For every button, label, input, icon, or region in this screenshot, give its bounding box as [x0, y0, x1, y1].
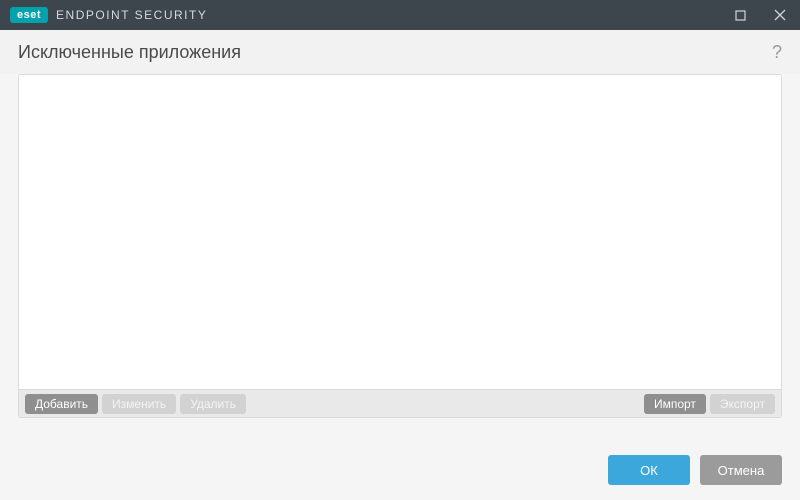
export-button[interactable]: Экспорт: [710, 394, 775, 414]
edit-button[interactable]: Изменить: [102, 394, 176, 414]
add-button[interactable]: Добавить: [25, 394, 98, 414]
dialog-header: Исключенные приложения ?: [0, 30, 800, 74]
titlebar: eset ENDPOINT SECURITY: [0, 0, 800, 30]
brand-text: ENDPOINT SECURITY: [56, 8, 207, 22]
ok-button[interactable]: ОК: [608, 455, 690, 485]
import-button[interactable]: Импорт: [644, 394, 706, 414]
excluded-apps-panel: Добавить Изменить Удалить Импорт Экспорт: [18, 74, 782, 418]
excluded-apps-list[interactable]: [19, 75, 781, 389]
close-icon: [774, 9, 786, 21]
delete-button[interactable]: Удалить: [180, 394, 246, 414]
cancel-button[interactable]: Отмена: [700, 455, 782, 485]
close-button[interactable]: [760, 0, 800, 30]
maximize-icon: [735, 10, 746, 21]
dialog-footer: ОК Отмена: [0, 440, 800, 500]
maximize-button[interactable]: [720, 0, 760, 30]
list-toolbar: Добавить Изменить Удалить Импорт Экспорт: [19, 389, 781, 417]
brand-badge: eset: [10, 7, 48, 23]
help-button[interactable]: ?: [772, 42, 782, 63]
dialog-title: Исключенные приложения: [18, 42, 241, 63]
